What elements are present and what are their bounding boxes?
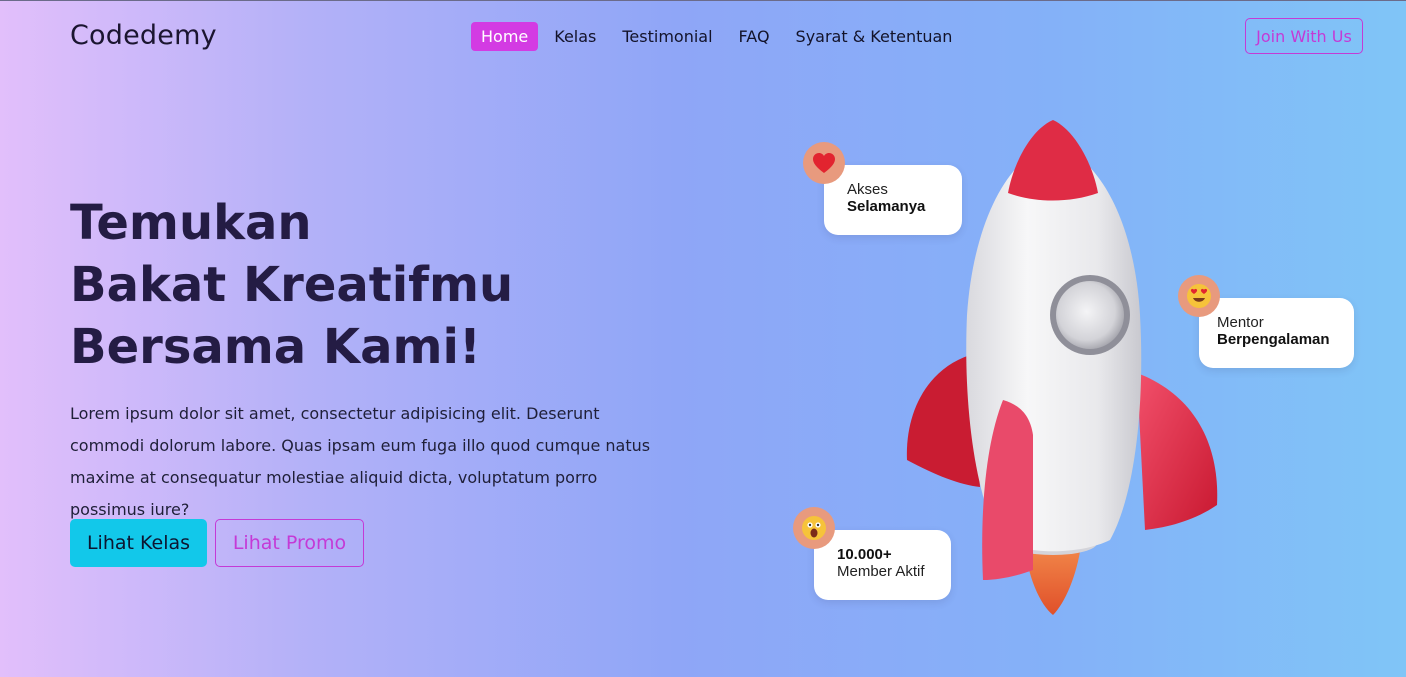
hero-title-line-3: Bersama Kami! bbox=[70, 319, 481, 375]
lihat-promo-button[interactable]: Lihat Promo bbox=[215, 519, 364, 567]
rocket-nose bbox=[1008, 120, 1098, 201]
top-border bbox=[0, 0, 1406, 1]
badge-mentor-line2: Berpengalaman bbox=[1217, 331, 1330, 348]
badge-mentor: Mentor Berpengalaman bbox=[1199, 298, 1354, 368]
rocket-flame bbox=[1025, 545, 1081, 615]
badge-member-line2: Member Aktif bbox=[837, 563, 925, 580]
nav-item-syarat[interactable]: Syarat & Ketentuan bbox=[786, 22, 963, 51]
screaming-emoji-icon bbox=[793, 507, 835, 549]
rocket-right-fin bbox=[1137, 373, 1218, 530]
nav-item-home[interactable]: Home bbox=[471, 22, 539, 51]
badge-mentor-line1: Mentor bbox=[1217, 314, 1264, 331]
heart-icon bbox=[803, 142, 845, 184]
badge-akses-selamanya: Akses Selamanya bbox=[824, 165, 962, 235]
main-nav: Home Kelas Testimonial FAQ Syarat & Kete… bbox=[471, 22, 968, 51]
badge-akses-line1: Akses bbox=[847, 181, 888, 198]
badge-member-line1: 10.000+ bbox=[837, 546, 892, 563]
nav-item-kelas[interactable]: Kelas bbox=[544, 22, 606, 51]
join-button[interactable]: Join With Us bbox=[1245, 18, 1363, 54]
brand-logo[interactable]: Codedemy bbox=[70, 20, 217, 51]
hero-title-line-2: Bakat Kreatifmu bbox=[70, 257, 514, 313]
badge-member-aktif: 10.000+ Member Aktif bbox=[814, 530, 951, 600]
hero-title-line-1: Temukan bbox=[70, 195, 312, 251]
nav-item-faq[interactable]: FAQ bbox=[729, 22, 780, 51]
nav-item-testimonial[interactable]: Testimonial bbox=[612, 22, 722, 51]
badge-akses-line2: Selamanya bbox=[847, 198, 926, 215]
lihat-kelas-button[interactable]: Lihat Kelas bbox=[70, 519, 207, 567]
hero-title: Temukan Bakat Kreatifmu Bersama Kami! bbox=[70, 192, 513, 378]
hero-description: Lorem ipsum dolor sit amet, consectetur … bbox=[70, 404, 651, 519]
heart-eyes-emoji-icon bbox=[1178, 275, 1220, 317]
